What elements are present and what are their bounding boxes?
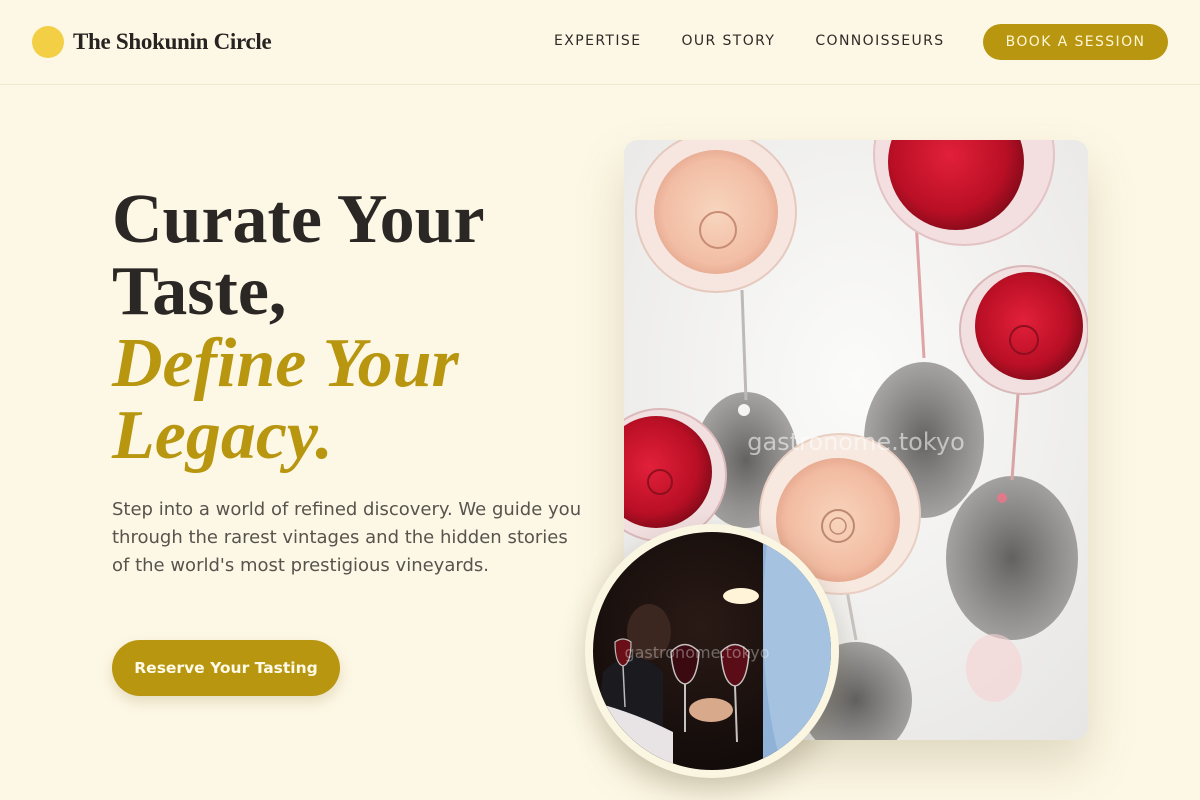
- hero-description: Step into a world of refined discovery. …: [112, 499, 582, 576]
- toast-photo-frame: gastronome.tokyo: [585, 524, 839, 778]
- hero-title-line: Curate Your: [112, 181, 485, 258]
- hero-title-accent-line: Define Your: [112, 325, 459, 402]
- hero-title-accent-line: Legacy.: [112, 397, 333, 474]
- hero-title-line: Taste,: [112, 253, 287, 330]
- site-header: The Shokunin Circle EXPERTISE OUR STORY …: [0, 0, 1200, 85]
- book-session-button[interactable]: BOOK A SESSION: [983, 24, 1168, 60]
- brand-logo-dot: [32, 26, 64, 58]
- nav-item-connoisseurs[interactable]: CONNOISSEURS: [815, 33, 944, 49]
- toast-photo: gastronome.tokyo: [593, 532, 831, 770]
- nav-item-expertise[interactable]: EXPERTISE: [554, 33, 641, 49]
- brand-name: The Shokunin Circle: [73, 29, 272, 54]
- nav-item-our-story[interactable]: OUR STORY: [681, 33, 775, 49]
- main-photo-watermark: gastronome.tokyo: [747, 428, 965, 456]
- hero-title: Curate Your Taste, Define Your Legacy.: [112, 184, 485, 472]
- main-nav: EXPERTISE OUR STORY CONNOISSEURS: [554, 33, 985, 49]
- reserve-tasting-button[interactable]: Reserve Your Tasting: [112, 640, 340, 696]
- round-photo-watermark: gastronome.tokyo: [624, 643, 769, 662]
- brand[interactable]: The Shokunin Circle: [32, 26, 272, 58]
